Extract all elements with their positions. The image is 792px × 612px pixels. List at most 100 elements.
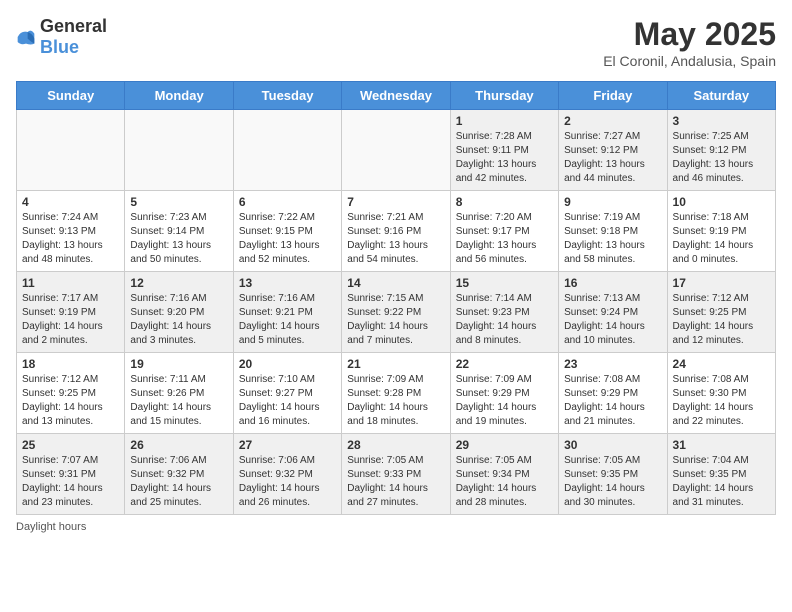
day-info: Sunrise: 7:13 AM Sunset: 9:24 PM Dayligh…	[564, 292, 661, 348]
calendar-table: SundayMondayTuesdayWednesdayThursdayFrid…	[16, 81, 776, 515]
calendar-cell: 25 Sunrise: 7:07 AM Sunset: 9:31 PM Dayli…	[17, 434, 125, 515]
calendar-cell	[233, 110, 341, 191]
day-number: 21	[347, 357, 444, 371]
location-subtitle: El Coronil, Andalusia, Spain	[603, 53, 776, 69]
day-number: 11	[22, 276, 119, 290]
calendar-header-wednesday: Wednesday	[342, 82, 450, 110]
calendar-header-tuesday: Tuesday	[233, 82, 341, 110]
day-number: 7	[347, 195, 444, 209]
day-info: Sunrise: 7:08 AM Sunset: 9:30 PM Dayligh…	[673, 373, 770, 429]
day-info: Sunrise: 7:05 AM Sunset: 9:34 PM Dayligh…	[456, 454, 553, 510]
day-info: Sunrise: 7:09 AM Sunset: 9:28 PM Dayligh…	[347, 373, 444, 429]
day-info: Sunrise: 7:28 AM Sunset: 9:11 PM Dayligh…	[456, 130, 553, 186]
day-number: 31	[673, 438, 770, 452]
day-info: Sunrise: 7:24 AM Sunset: 9:13 PM Dayligh…	[22, 211, 119, 267]
day-number: 18	[22, 357, 119, 371]
day-info: Sunrise: 7:12 AM Sunset: 9:25 PM Dayligh…	[22, 373, 119, 429]
day-info: Sunrise: 7:05 AM Sunset: 9:33 PM Dayligh…	[347, 454, 444, 510]
calendar-cell: 28 Sunrise: 7:05 AM Sunset: 9:33 PM Dayli…	[342, 434, 450, 515]
calendar-week-row: 18 Sunrise: 7:12 AM Sunset: 9:25 PM Dayli…	[17, 353, 776, 434]
calendar-cell: 31 Sunrise: 7:04 AM Sunset: 9:35 PM Dayli…	[667, 434, 775, 515]
calendar-cell: 23Sunrise: 7:08 AM Sunset: 9:29 PM Dayli…	[559, 353, 667, 434]
day-info: Sunrise: 7:06 AM Sunset: 9:32 PM Dayligh…	[239, 454, 336, 510]
day-number: 29	[456, 438, 553, 452]
day-number: 10	[673, 195, 770, 209]
day-number: 5	[130, 195, 227, 209]
day-number: 20	[239, 357, 336, 371]
day-number: 19	[130, 357, 227, 371]
day-info: Sunrise: 7:04 AM Sunset: 9:35 PM Dayligh…	[673, 454, 770, 510]
calendar-cell: 20 Sunrise: 7:10 AM Sunset: 9:27 PM Dayli…	[233, 353, 341, 434]
day-info: Sunrise: 7:25 AM Sunset: 9:12 PM Dayligh…	[673, 130, 770, 186]
day-info: Sunrise: 7:27 AM Sunset: 9:12 PM Dayligh…	[564, 130, 661, 186]
day-info: Sunrise: 7:16 AM Sunset: 9:21 PM Dayligh…	[239, 292, 336, 348]
day-info: Sunrise: 7:10 AM Sunset: 9:27 PM Dayligh…	[239, 373, 336, 429]
title-area: May 2025 El Coronil, Andalusia, Spain	[603, 16, 776, 69]
calendar-cell: 24 Sunrise: 7:08 AM Sunset: 9:30 PM Dayli…	[667, 353, 775, 434]
day-number: 13	[239, 276, 336, 290]
day-info: Sunrise: 7:05 AM Sunset: 9:35 PM Dayligh…	[564, 454, 661, 510]
day-number: 3	[673, 114, 770, 128]
day-info: Sunrise: 7:07 AM Sunset: 9:31 PM Dayligh…	[22, 454, 119, 510]
calendar-cell: 12Sunrise: 7:16 AM Sunset: 9:20 PM Dayli…	[125, 272, 233, 353]
calendar-cell: 14 Sunrise: 7:15 AM Sunset: 9:22 PM Dayli…	[342, 272, 450, 353]
day-number: 30	[564, 438, 661, 452]
day-number: 24	[673, 357, 770, 371]
day-number: 16	[564, 276, 661, 290]
calendar-cell: 7 Sunrise: 7:21 AM Sunset: 9:16 PM Daylig…	[342, 191, 450, 272]
calendar-cell: 5 Sunrise: 7:23 AM Sunset: 9:14 PM Daylig…	[125, 191, 233, 272]
calendar-header-friday: Friday	[559, 82, 667, 110]
calendar-header-monday: Monday	[125, 82, 233, 110]
calendar-cell: 4 Sunrise: 7:24 AM Sunset: 9:13 PM Daylig…	[17, 191, 125, 272]
calendar-header-thursday: Thursday	[450, 82, 558, 110]
logo: General Blue	[16, 16, 107, 58]
calendar-cell: 21 Sunrise: 7:09 AM Sunset: 9:28 PM Dayli…	[342, 353, 450, 434]
calendar-cell: 2Sunrise: 7:27 AM Sunset: 9:12 PM Daylig…	[559, 110, 667, 191]
calendar-cell: 19 Sunrise: 7:11 AM Sunset: 9:26 PM Dayli…	[125, 353, 233, 434]
calendar-week-row: 25 Sunrise: 7:07 AM Sunset: 9:31 PM Dayli…	[17, 434, 776, 515]
calendar-cell	[125, 110, 233, 191]
calendar-cell: 26Sunrise: 7:06 AM Sunset: 9:32 PM Dayli…	[125, 434, 233, 515]
day-info: Sunrise: 7:11 AM Sunset: 9:26 PM Dayligh…	[130, 373, 227, 429]
day-info: Sunrise: 7:23 AM Sunset: 9:14 PM Dayligh…	[130, 211, 227, 267]
day-info: Sunrise: 7:12 AM Sunset: 9:25 PM Dayligh…	[673, 292, 770, 348]
logo-blue: Blue	[40, 37, 79, 57]
calendar-week-row: 11Sunrise: 7:17 AM Sunset: 9:19 PM Dayli…	[17, 272, 776, 353]
month-title: May 2025	[603, 16, 776, 53]
day-number: 1	[456, 114, 553, 128]
day-number: 28	[347, 438, 444, 452]
calendar-cell: 29 Sunrise: 7:05 AM Sunset: 9:34 PM Dayli…	[450, 434, 558, 515]
day-info: Sunrise: 7:22 AM Sunset: 9:15 PM Dayligh…	[239, 211, 336, 267]
day-number: 4	[22, 195, 119, 209]
calendar-week-row: 1 Sunrise: 7:28 AM Sunset: 9:11 PM Daylig…	[17, 110, 776, 191]
calendar-cell: 17Sunrise: 7:12 AM Sunset: 9:25 PM Dayli…	[667, 272, 775, 353]
day-number: 22	[456, 357, 553, 371]
day-number: 8	[456, 195, 553, 209]
day-number: 25	[22, 438, 119, 452]
day-number: 27	[239, 438, 336, 452]
day-info: Sunrise: 7:15 AM Sunset: 9:22 PM Dayligh…	[347, 292, 444, 348]
calendar-cell: 18 Sunrise: 7:12 AM Sunset: 9:25 PM Dayli…	[17, 353, 125, 434]
header: General Blue May 2025 El Coronil, Andalu…	[16, 16, 776, 69]
logo-icon	[16, 27, 36, 47]
day-number: 9	[564, 195, 661, 209]
day-info: Sunrise: 7:19 AM Sunset: 9:18 PM Dayligh…	[564, 211, 661, 267]
day-number: 14	[347, 276, 444, 290]
calendar-cell: 16 Sunrise: 7:13 AM Sunset: 9:24 PM Dayli…	[559, 272, 667, 353]
calendar-header-row: SundayMondayTuesdayWednesdayThursdayFrid…	[17, 82, 776, 110]
day-info: Sunrise: 7:21 AM Sunset: 9:16 PM Dayligh…	[347, 211, 444, 267]
day-info: Sunrise: 7:09 AM Sunset: 9:29 PM Dayligh…	[456, 373, 553, 429]
calendar-cell: 27 Sunrise: 7:06 AM Sunset: 9:32 PM Dayli…	[233, 434, 341, 515]
footer-note: Daylight hours	[16, 521, 776, 533]
calendar-cell: 6Sunrise: 7:22 AM Sunset: 9:15 PM Daylig…	[233, 191, 341, 272]
calendar-cell: 15Sunrise: 7:14 AM Sunset: 9:23 PM Dayli…	[450, 272, 558, 353]
logo-text: General Blue	[40, 16, 107, 58]
calendar-cell: 13 Sunrise: 7:16 AM Sunset: 9:21 PM Dayli…	[233, 272, 341, 353]
calendar-cell	[342, 110, 450, 191]
day-info: Sunrise: 7:18 AM Sunset: 9:19 PM Dayligh…	[673, 211, 770, 267]
calendar-cell	[17, 110, 125, 191]
calendar-cell: 9 Sunrise: 7:19 AM Sunset: 9:18 PM Daylig…	[559, 191, 667, 272]
day-info: Sunrise: 7:16 AM Sunset: 9:20 PM Dayligh…	[130, 292, 227, 348]
calendar-cell: 1 Sunrise: 7:28 AM Sunset: 9:11 PM Daylig…	[450, 110, 558, 191]
calendar-cell: 22 Sunrise: 7:09 AM Sunset: 9:29 PM Dayli…	[450, 353, 558, 434]
